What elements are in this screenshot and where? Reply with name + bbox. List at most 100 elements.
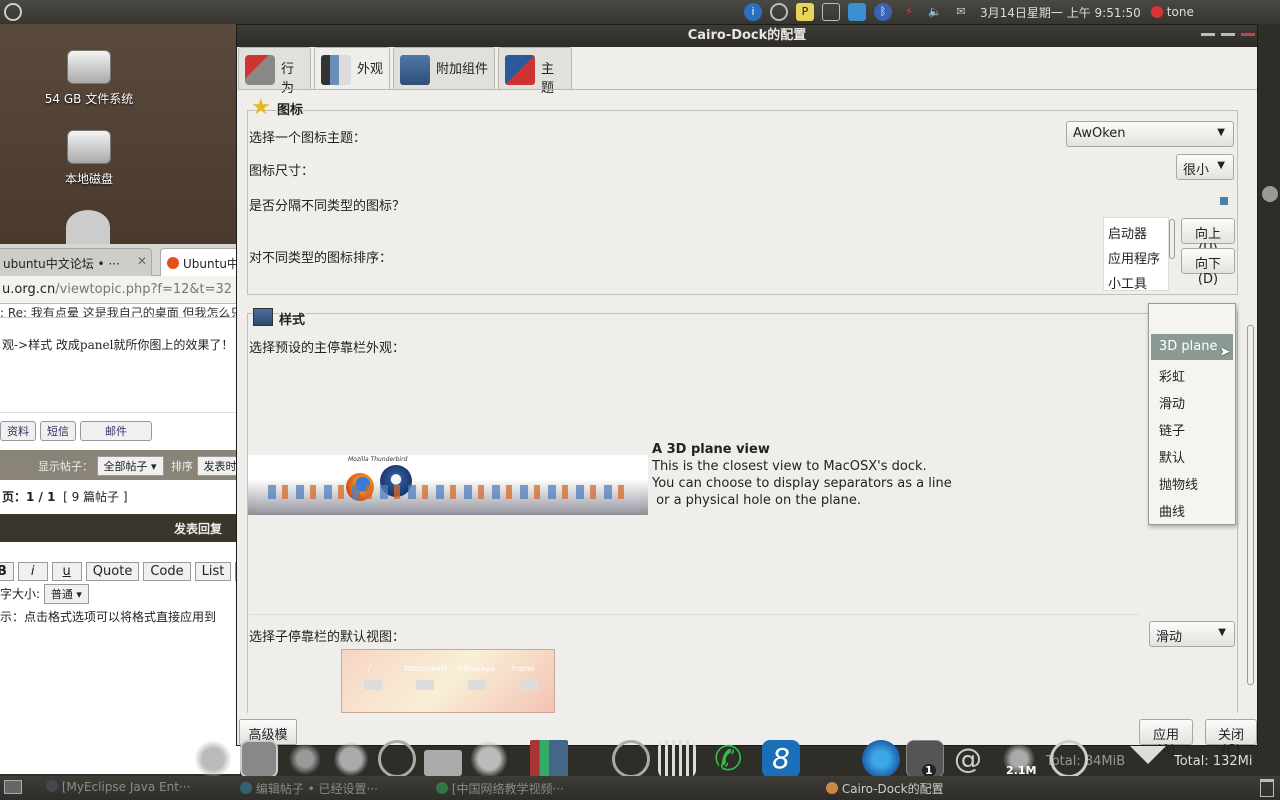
view-option-default[interactable]: 默认 — [1151, 442, 1233, 468]
profile-button[interactable]: 资料 — [0, 421, 36, 441]
user-status-icon[interactable] — [1150, 6, 1163, 18]
user-name[interactable]: tone — [1167, 5, 1194, 19]
view-option-chain[interactable]: 链子 — [1151, 415, 1233, 441]
media-icon — [436, 782, 448, 794]
power-icon[interactable] — [4, 3, 22, 21]
tab-themes[interactable]: 主题 — [498, 47, 572, 96]
battery-icon[interactable]: ⚡ — [900, 3, 918, 21]
desktop-icon-local-disk[interactable]: 本地磁盘 — [24, 130, 154, 187]
app-dock-icon[interactable]: 8 — [762, 740, 800, 778]
memory-text: Total: 84MiB — [1046, 754, 1126, 769]
desktop-icon-filesystem[interactable]: 54 GB 文件系统 — [24, 50, 154, 107]
desktop-icon-label: 54 GB 文件系统 — [44, 92, 134, 106]
url-bar[interactable]: u.org.cn/viewtopic.php?f=12&t=32 — [0, 276, 240, 304]
maximize-icon[interactable] — [1221, 33, 1235, 36]
move-down-button[interactable]: 向下(D) — [1181, 248, 1235, 287]
browser-tab[interactable]: ubuntu中文论坛 • ··· ✕ — [0, 248, 152, 276]
chat-dock-icon[interactable] — [332, 740, 370, 778]
icon-order-list[interactable]: 启动器 应用程序 小工具 — [1103, 217, 1169, 292]
list-item[interactable]: 应用程序 — [1108, 248, 1160, 267]
icon-size-label: 图标尺寸： — [249, 164, 315, 179]
mail-icon[interactable]: ✉ — [952, 3, 970, 21]
profile-buttons: 资料 短信 邮件 — [0, 412, 240, 441]
mail-dock-icon[interactable] — [424, 750, 462, 776]
url-path: /viewtopic.php?f=12&t=32 — [55, 282, 233, 297]
icon-theme-select[interactable]: AwOken ▼ — [1066, 121, 1234, 147]
icon-theme-label: 选择一个图标主题： — [249, 131, 367, 146]
icon-size-select[interactable]: 很小 ▼ — [1176, 154, 1234, 180]
taskbar-item-active[interactable]: Cairo-Dock的配置 — [826, 780, 944, 797]
close-icon[interactable]: ✕ — [137, 254, 147, 268]
code-button[interactable]: Code — [143, 562, 191, 581]
tab-addons[interactable]: 附加组件 — [393, 47, 495, 89]
preview-desc-line: or a physical hole on the plane. — [652, 493, 862, 508]
chevron-down-icon: ▼ — [1218, 627, 1226, 638]
grid-dock-icon[interactable] — [658, 740, 696, 778]
show-desktop-icon[interactable] — [4, 780, 22, 794]
bluetooth-icon[interactable]: ᛒ — [874, 3, 892, 21]
info-icon[interactable]: i — [744, 3, 762, 21]
network-icon[interactable] — [848, 3, 866, 21]
view-option-curve[interactable]: 曲线 — [1151, 496, 1233, 522]
update-dock-icon[interactable] — [378, 740, 416, 778]
underline-button[interactable]: u — [51, 562, 82, 581]
desktop-edge-icon[interactable] — [1262, 186, 1278, 202]
list-button[interactable]: List — [194, 562, 232, 581]
list-item[interactable]: 小工具 — [1108, 273, 1147, 292]
addons-icon — [400, 55, 430, 85]
move-up-button[interactable]: 向上(U) — [1181, 218, 1235, 257]
close-window-icon[interactable] — [1241, 33, 1255, 36]
pm-button[interactable]: 短信 — [40, 421, 76, 441]
player-dock-icon[interactable] — [612, 740, 650, 778]
minimize-icon[interactable] — [1201, 33, 1215, 36]
keyboard-icon[interactable] — [822, 3, 840, 21]
phone-dock-icon[interactable]: ✆ — [714, 740, 752, 778]
system-monitor-dock-icon[interactable] — [286, 740, 324, 778]
list-scrollbar[interactable] — [1169, 219, 1175, 259]
quote-button[interactable]: Quote — [85, 562, 140, 581]
browser-tab-active[interactable]: Ubuntu中 — [160, 248, 244, 276]
datetime[interactable]: 3月14日星期一 上午 9:51:50 — [980, 4, 1141, 21]
separate-icons-checkbox[interactable] — [1220, 197, 1228, 205]
preview-heading: A 3D plane view — [652, 442, 770, 457]
at-sign-dock-icon[interactable]: @ — [954, 740, 992, 778]
terminal-dock-icon[interactable] — [240, 740, 278, 778]
dialog-titlebar[interactable]: Cairo-Dock的配置 — [237, 25, 1257, 47]
themes-icon — [505, 55, 535, 85]
task-label: [中国网络教学视频··· — [451, 782, 564, 796]
show-posts-select[interactable]: 全部帖子 ▾ — [96, 456, 164, 476]
view-option-parabola[interactable]: 抛物线 — [1151, 469, 1233, 495]
italic-button[interactable]: i — [17, 562, 48, 581]
bottom-panel: [MyEclipse Java Ent··· 编辑帖子 • 已经设置··· [中… — [0, 776, 1280, 800]
view-option-slide[interactable]: 滑动 — [1151, 388, 1233, 414]
chevron-down-icon: ▼ — [1217, 160, 1225, 171]
download-dock-icon[interactable] — [1130, 746, 1166, 764]
bold-button[interactable]: B — [0, 562, 14, 581]
message-dock-icon[interactable] — [470, 740, 508, 778]
preview-description: A 3D plane view This is the closest view… — [652, 441, 972, 509]
chrome-icon[interactable] — [66, 210, 110, 244]
main-view-label: 选择预设的主停靠栏外观： — [249, 341, 406, 356]
trash-icon[interactable] — [1260, 779, 1274, 797]
preview-desc-line: This is the closest view to MacOSX's doc… — [652, 459, 927, 474]
workspaces-dock-icon[interactable] — [530, 740, 568, 778]
taskbar-item[interactable]: 编辑帖子 • 已经设置··· — [240, 780, 378, 797]
view-option-rainbow[interactable]: 彩虹 — [1151, 361, 1233, 387]
taskbar-item[interactable]: [MyEclipse Java Ent··· — [46, 780, 190, 794]
separate-icons-label: 是否分隔不同类型的图标？ — [249, 199, 406, 214]
taskbar-item[interactable]: [中国网络教学视频··· — [436, 780, 564, 797]
browser-tab-label: Ubuntu中 — [183, 257, 239, 271]
pidgin-icon[interactable]: P — [796, 3, 814, 21]
font-size-select[interactable]: 普通 ▾ — [43, 584, 89, 604]
list-item[interactable]: 启动器 — [1108, 223, 1147, 242]
clock-icon[interactable] — [770, 3, 788, 21]
email-button[interactable]: 邮件 — [80, 421, 152, 441]
sub-view-select[interactable]: 滑动 ▼ — [1149, 621, 1235, 647]
pidgin-dock-icon[interactable] — [194, 740, 232, 778]
tab-appearance[interactable]: 外观 — [314, 47, 390, 90]
itunes-dock-icon[interactable] — [862, 740, 900, 778]
content-scrollbar[interactable] — [1247, 325, 1254, 685]
tab-behavior[interactable]: 行为 — [238, 47, 311, 96]
sort-label: 排序 — [171, 460, 194, 473]
volume-icon[interactable]: 🔈 — [926, 3, 944, 21]
